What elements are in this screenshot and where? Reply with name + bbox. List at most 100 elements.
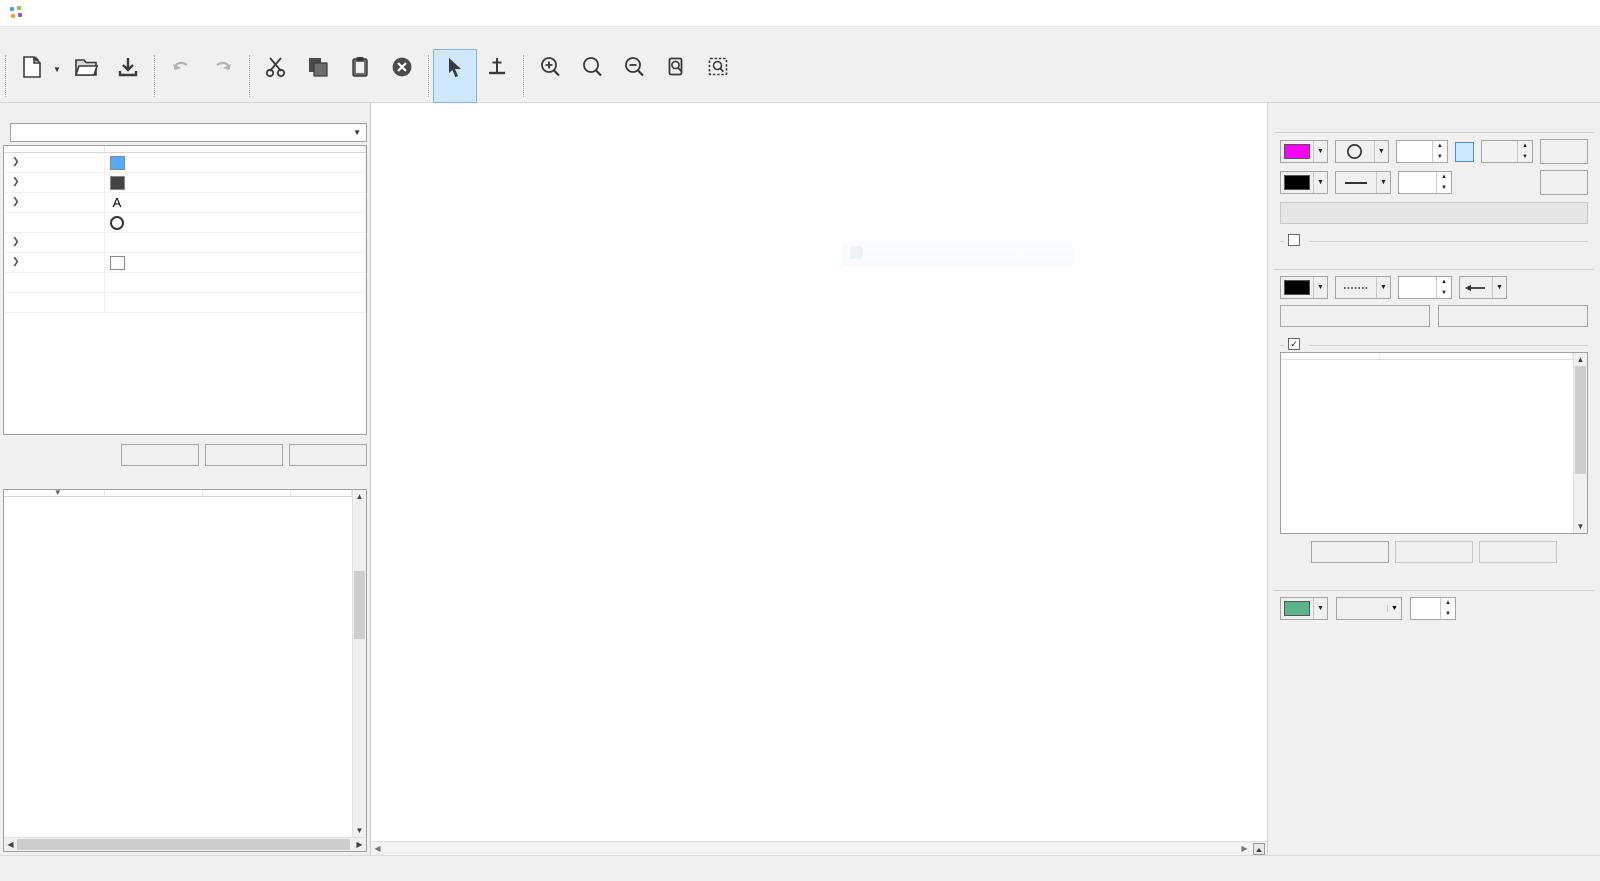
spin-down-icon[interactable]: ▼ [1437, 288, 1451, 299]
item-properties-close-icon[interactable] [1582, 105, 1596, 119]
table-row[interactable] [4, 212, 366, 233]
fit-to-view-button[interactable] [655, 50, 697, 102]
topo-col-start-node[interactable]: ▼ [4, 490, 105, 497]
scroll-up-icon[interactable]: ▲ [353, 490, 366, 503]
graph-canvas[interactable] [371, 103, 1267, 841]
color-swatch[interactable] [109, 155, 125, 170]
topology-hscroll-track[interactable] [17, 838, 353, 851]
node-stroke-style-picker[interactable]: ▼ [1335, 171, 1391, 194]
unzoom-button[interactable] [613, 50, 655, 102]
chevron-down-icon[interactable]: ▼ [1376, 172, 1390, 193]
spin-up-icon[interactable]: ▲ [1433, 141, 1447, 152]
label-font-size-spinner[interactable]: ▲ ▼ [1410, 597, 1456, 620]
chevron-down-icon[interactable]: ▼ [1492, 277, 1506, 298]
node-stroke-width-spinner[interactable]: ▲ ▼ [1398, 171, 1452, 194]
link-size-toggle[interactable] [1454, 141, 1475, 162]
graph-drawing[interactable] [371, 103, 1261, 803]
expand-chevron-icon[interactable]: ❯ [12, 256, 20, 267]
edge-attr-scroll-thumb[interactable] [1575, 366, 1586, 474]
spin-down-icon[interactable]: ▼ [1518, 152, 1532, 163]
spin-down-icon[interactable]: ▼ [1441, 609, 1455, 620]
node-width-stepper[interactable]: ▲ ▼ [1431, 141, 1447, 163]
canvas-horizontal-scrollbar[interactable]: ◀ ▶ [371, 841, 1267, 855]
edit-text-button[interactable] [1438, 305, 1588, 327]
default-properties-close-icon[interactable] [352, 105, 366, 119]
menu-help[interactable] [106, 36, 126, 42]
new-dropdown-caret-icon[interactable]: ▼ [53, 50, 65, 102]
edge-width-stepper[interactable]: ▲ ▼ [1436, 277, 1451, 298]
table-row[interactable]: ❯ [4, 252, 366, 273]
chevron-down-icon[interactable]: ▼ [1313, 172, 1327, 193]
node-stroke-stepper[interactable]: ▲ ▼ [1436, 172, 1451, 193]
toolbar-handle-3[interactable] [248, 55, 250, 97]
topology-float-icon[interactable] [338, 473, 352, 487]
topo-col-l[interactable] [290, 490, 352, 497]
node-height-stepper[interactable]: ▲ ▼ [1517, 141, 1532, 162]
toolbar-handle-1[interactable] [5, 55, 6, 97]
node-color-picker[interactable]: ▼ [1280, 140, 1328, 163]
dp-add-button[interactable] [121, 444, 199, 466]
spin-down-icon[interactable]: ▼ [1433, 152, 1447, 163]
label-font-picker[interactable]: ▼ [1336, 597, 1402, 620]
topo-col-edge[interactable] [202, 490, 291, 497]
chevron-down-icon[interactable]: ▼ [1313, 141, 1327, 162]
chevron-down-icon[interactable]: ▼ [1373, 141, 1388, 162]
shape-button[interactable] [1540, 139, 1589, 164]
chevron-down-icon[interactable]: ▼ [1387, 605, 1401, 612]
maximize-button[interactable] [1508, 0, 1554, 27]
edge-attributes-scrollbar[interactable]: ▲ ▼ [1573, 353, 1587, 533]
create-nodes-button[interactable] [476, 50, 518, 102]
expand-chevron-icon[interactable]: ❯ [12, 176, 20, 187]
edge-id-button[interactable] [1280, 305, 1430, 327]
ea-remove-button[interactable] [1479, 541, 1557, 563]
table-row[interactable] [4, 292, 366, 313]
topology-vertical-scrollbar[interactable]: ▲ ▼ [352, 490, 366, 837]
copy-button[interactable] [297, 50, 339, 102]
spin-up-icon[interactable]: ▲ [1518, 141, 1532, 152]
chevron-down-icon[interactable]: ▼ [1313, 598, 1327, 619]
menu-layout[interactable] [66, 36, 86, 42]
toolbar-handle-2[interactable] [153, 55, 155, 97]
edge-direction-picker[interactable]: ▼ [1459, 276, 1507, 299]
edges-custom-attributes-toggle[interactable]: ✓ [1284, 338, 1309, 350]
spin-up-icon[interactable]: ▲ [1437, 277, 1451, 288]
nodes-custom-attributes-toggle[interactable] [1284, 234, 1309, 246]
minimize-button[interactable] [1462, 0, 1508, 27]
color-swatch[interactable] [109, 175, 125, 190]
scroll-right-icon[interactable]: ▶ [353, 840, 366, 849]
spin-up-icon[interactable]: ▲ [1437, 172, 1451, 183]
table-row[interactable]: ❯ A [4, 192, 366, 213]
topology-close-icon[interactable] [352, 473, 366, 487]
undo-button[interactable] [160, 50, 202, 102]
ea-add-button[interactable] [1311, 541, 1389, 563]
canvas-scroll-left-icon[interactable]: ◀ [371, 844, 384, 853]
save-button[interactable] [107, 50, 149, 102]
table-row[interactable]: ❯ [4, 172, 366, 193]
checkbox-unchecked-icon[interactable] [1288, 234, 1300, 246]
attributes-of-select[interactable]: ▼ [10, 123, 367, 142]
scroll-left-icon[interactable]: ◀ [4, 840, 17, 849]
menu-window[interactable] [86, 36, 106, 42]
close-button[interactable] [1554, 0, 1600, 27]
toolbar-handle-4[interactable] [427, 55, 429, 97]
spin-up-icon[interactable]: ▲ [1441, 598, 1455, 609]
expand-chevron-icon[interactable]: ❯ [12, 196, 20, 207]
select-items-button[interactable] [432, 49, 477, 103]
table-row[interactable]: ❯ [4, 232, 366, 253]
expand-chevron-icon[interactable]: ❯ [12, 156, 20, 167]
edge-attr-scroll-track[interactable] [1574, 366, 1587, 520]
menu-edit[interactable] [26, 36, 46, 42]
table-row[interactable]: ❯ [4, 152, 366, 173]
redo-button[interactable] [202, 50, 244, 102]
expand-chevron-icon[interactable]: ❯ [12, 236, 20, 247]
node-shape-picker[interactable]: ▼ [1335, 140, 1389, 163]
topology-horizontal-scrollbar[interactable]: ◀ ▶ [4, 837, 366, 851]
label-size-stepper[interactable]: ▲ ▼ [1440, 598, 1455, 619]
table-row[interactable] [4, 272, 366, 293]
node-stroke-color-picker[interactable]: ▼ [1280, 171, 1328, 194]
dp-remove-button[interactable] [289, 444, 367, 466]
open-button[interactable] [65, 50, 107, 102]
edge-style-picker[interactable]: ▼ [1335, 276, 1391, 299]
paste-button[interactable] [339, 50, 381, 102]
canvas-corner-widget[interactable] [1251, 842, 1267, 856]
